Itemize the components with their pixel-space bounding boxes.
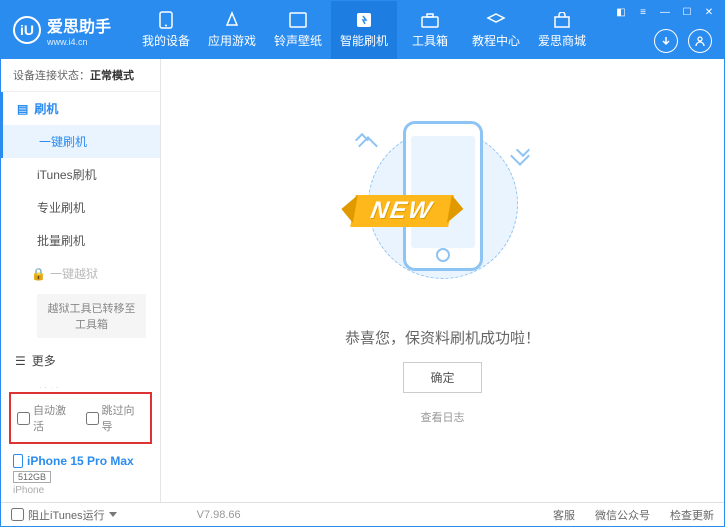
status-bar: 阻止iTunes运行 V7.98.66 客服 微信公众号 检查更新 — [1, 502, 724, 526]
main-content: NEW 恭喜您，保资料刷机成功啦！ 确定 查看日志 — [161, 59, 724, 502]
group-label: 刷机 — [34, 100, 58, 117]
nav-label: 应用游戏 — [208, 32, 256, 49]
sidebar-group-flash[interactable]: ▤ 刷机 — [1, 92, 160, 125]
success-illustration: NEW — [313, 109, 573, 307]
wechat-link[interactable]: 微信公众号 — [595, 507, 650, 523]
app-subtitle: www.i4.cn — [47, 37, 111, 47]
menu-icon[interactable]: ≡ — [636, 5, 650, 19]
block-itunes-option[interactable]: 阻止iTunes运行 — [11, 507, 117, 523]
check-label: 自动激活 — [33, 402, 76, 434]
maximize-icon[interactable]: ☐ — [680, 5, 694, 19]
auto-activate-checkbox[interactable] — [17, 412, 30, 425]
sidebar-item-onekey[interactable]: 一键刷机 — [1, 125, 160, 158]
nav-store[interactable]: 爱思商城 — [529, 1, 595, 59]
block-itunes-label: 阻止iTunes运行 — [28, 507, 105, 523]
app-title: 爱思助手 — [47, 13, 111, 37]
download-icon[interactable] — [654, 29, 678, 53]
lock-icon: 🔒 — [31, 267, 46, 281]
sidebar-item-pro[interactable]: 专业刷机 — [1, 191, 160, 224]
toolbox-icon — [420, 11, 440, 29]
block-itunes-checkbox[interactable] — [11, 508, 24, 521]
sidebar-item-itunes[interactable]: iTunes刷机 — [1, 158, 160, 191]
conn-prefix: 设备连接状态： — [13, 70, 90, 82]
more-icon: ☰ — [15, 354, 26, 368]
nav-smart-flash[interactable]: 智能刷机 — [331, 1, 397, 59]
group-label: 一键越狱 — [50, 265, 98, 282]
body-area: 设备连接状态：正常模式 ▤ 刷机 一键刷机 iTunes刷机 专业刷机 批量刷机… — [1, 59, 724, 502]
sidebar-options: 自动激活 跳过向导 — [9, 392, 152, 444]
nav-toolbox[interactable]: 工具箱 — [397, 1, 463, 59]
view-log-link[interactable]: 查看日志 — [421, 409, 465, 425]
skin-icon[interactable]: ◧ — [614, 5, 628, 19]
device-storage: 512GB — [13, 471, 51, 483]
sub-label: 其他工具 — [37, 387, 85, 388]
shop-icon — [552, 11, 572, 29]
sub-label: iTunes刷机 — [37, 168, 97, 182]
success-message: 恭喜您，保资料刷机成功啦！ — [345, 327, 540, 348]
nav-apps-games[interactable]: 应用游戏 — [199, 1, 265, 59]
device-phone-icon — [13, 454, 23, 468]
sidebar-group-jailbreak[interactable]: 🔒 一键越狱 — [1, 257, 160, 290]
check-label: 跳过向导 — [102, 402, 145, 434]
skip-setup-checkbox[interactable] — [86, 412, 99, 425]
device-type: iPhone — [13, 485, 148, 496]
flash-icon — [354, 11, 374, 29]
chevron-down-icon — [109, 512, 117, 517]
nav-label: 铃声壁纸 — [274, 32, 322, 49]
sub-label: 一键刷机 — [39, 135, 87, 149]
connection-status: 设备连接状态：正常模式 — [1, 59, 160, 92]
sidebar-item-other-tools[interactable]: 其他工具 — [1, 377, 160, 388]
status-links: 客服 微信公众号 检查更新 — [553, 507, 714, 523]
user-icon[interactable] — [688, 29, 712, 53]
auto-activate-option[interactable]: 自动激活 — [17, 402, 76, 434]
nav-ringtones[interactable]: 铃声壁纸 — [265, 1, 331, 59]
support-link[interactable]: 客服 — [553, 507, 575, 523]
close-icon[interactable]: ✕ — [702, 5, 716, 19]
nav-label: 工具箱 — [412, 32, 448, 49]
sidebar-item-batch[interactable]: 批量刷机 — [1, 224, 160, 257]
wallpaper-icon — [288, 11, 308, 29]
appstore-icon — [222, 11, 242, 29]
nav-my-device[interactable]: 我的设备 — [133, 1, 199, 59]
sidebar-group-more[interactable]: ☰ 更多 — [1, 344, 160, 377]
ok-button[interactable]: 确定 — [403, 362, 481, 393]
logo: iU 爱思助手 www.i4.cn — [13, 13, 111, 47]
window-controls: ◧ ≡ — ☐ ✕ — [614, 5, 716, 19]
sidebar-tree: ▤ 刷机 一键刷机 iTunes刷机 专业刷机 批量刷机 🔒 一键越狱 越狱工具… — [1, 92, 160, 388]
graduation-icon — [486, 11, 506, 29]
nav-label: 智能刷机 — [340, 32, 388, 49]
device-name[interactable]: iPhone 15 Pro Max — [13, 454, 148, 468]
device-info: iPhone 15 Pro Max 512GB iPhone — [1, 448, 160, 502]
header-actions — [654, 29, 712, 53]
logo-badge-icon: iU — [13, 16, 41, 44]
device-name-text: iPhone 15 Pro Max — [27, 454, 134, 468]
sub-label: 批量刷机 — [37, 234, 85, 248]
jailbreak-note[interactable]: 越狱工具已转移至工具箱 — [37, 294, 146, 338]
nav-tutorials[interactable]: 教程中心 — [463, 1, 529, 59]
group-label: 更多 — [32, 352, 56, 369]
new-banner: NEW — [350, 195, 454, 227]
nav-label: 爱思商城 — [538, 32, 586, 49]
phone-icon — [156, 11, 176, 29]
conn-value: 正常模式 — [90, 70, 134, 82]
minimize-icon[interactable]: — — [658, 5, 672, 19]
app-header: iU 爱思助手 www.i4.cn 我的设备 应用游戏 铃声壁纸 智能刷机 工具… — [1, 1, 724, 59]
nav-label: 教程中心 — [472, 32, 520, 49]
sidebar: 设备连接状态：正常模式 ▤ 刷机 一键刷机 iTunes刷机 专业刷机 批量刷机… — [1, 59, 161, 502]
main-nav: 我的设备 应用游戏 铃声壁纸 智能刷机 工具箱 教程中心 爱思商城 — [133, 1, 595, 59]
skip-setup-option[interactable]: 跳过向导 — [86, 402, 145, 434]
sub-label: 专业刷机 — [37, 201, 85, 215]
list-icon: ▤ — [17, 102, 28, 116]
version-label: V7.98.66 — [197, 509, 241, 521]
nav-label: 我的设备 — [142, 32, 190, 49]
update-link[interactable]: 检查更新 — [670, 507, 714, 523]
